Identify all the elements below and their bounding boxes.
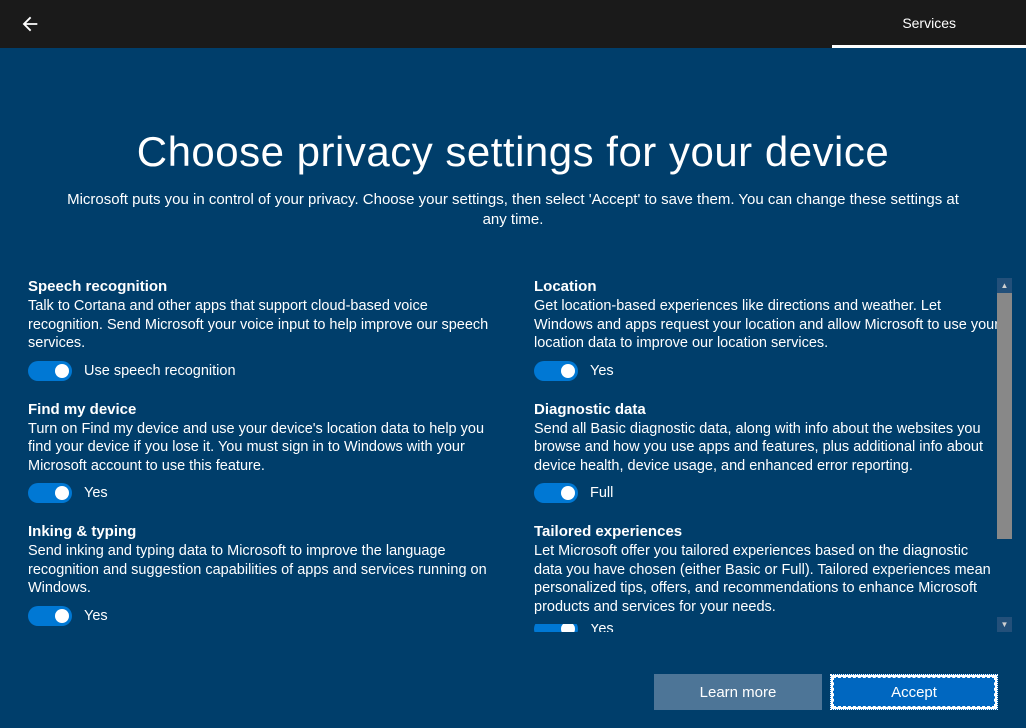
back-button[interactable] [18, 12, 42, 36]
settings-scroll-area: Speech recognition Talk to Cortana and o… [28, 278, 1012, 632]
toggle-diagnostic-data[interactable] [534, 483, 578, 503]
setting-title: Location [534, 278, 1000, 295]
scroll-up-button[interactable]: ▲ [997, 278, 1012, 293]
tab-services[interactable]: Services [832, 0, 1026, 48]
footer-buttons: Learn more Accept [654, 674, 998, 710]
setting-tailored-experiences: Tailored experiences Let Microsoft offer… [534, 523, 1000, 632]
settings-column-right: Location Get location-based experiences … [534, 278, 1000, 632]
scrollbar-thumb[interactable] [997, 293, 1012, 539]
toggle-location[interactable] [534, 361, 578, 381]
toggle-tailored-experiences[interactable] [534, 624, 578, 632]
page-subtitle: Microsoft puts you in control of your pr… [40, 190, 986, 231]
setting-find-my-device: Find my device Turn on Find my device an… [28, 401, 494, 504]
titlebar: Services [0, 0, 1026, 48]
setting-description: Send inking and typing data to Microsoft… [28, 542, 494, 598]
toggle-label: Use speech recognition [84, 363, 236, 379]
setting-diagnostic-data: Diagnostic data Send all Basic diagnosti… [534, 401, 1000, 504]
toggle-label: Yes [590, 624, 614, 632]
setting-title: Diagnostic data [534, 401, 1000, 418]
setting-description: Talk to Cortana and other apps that supp… [28, 297, 494, 353]
toggle-find-my-device[interactable] [28, 483, 72, 503]
toggle-inking-typing[interactable] [28, 606, 72, 626]
header: Choose privacy settings for your device … [0, 48, 1026, 231]
settings-column-left: Speech recognition Talk to Cortana and o… [28, 278, 494, 632]
setting-speech-recognition: Speech recognition Talk to Cortana and o… [28, 278, 494, 381]
setting-title: Tailored experiences [534, 523, 1000, 540]
toggle-label: Yes [84, 608, 108, 624]
learn-more-button[interactable]: Learn more [654, 674, 822, 710]
toggle-label: Yes [590, 363, 614, 379]
accept-button[interactable]: Accept [830, 674, 998, 710]
setting-description: Send all Basic diagnostic data, along wi… [534, 420, 1000, 476]
setting-description: Get location-based experiences like dire… [534, 297, 1000, 353]
scrollbar[interactable]: ▲ ▼ [997, 278, 1012, 632]
toggle-label: Full [590, 485, 613, 501]
scrollbar-track[interactable] [997, 293, 1012, 617]
setting-inking-typing: Inking & typing Send inking and typing d… [28, 523, 494, 626]
setting-description: Let Microsoft offer you tailored experie… [534, 542, 1000, 616]
toggle-speech-recognition[interactable] [28, 361, 72, 381]
setting-location: Location Get location-based experiences … [534, 278, 1000, 381]
scroll-down-button[interactable]: ▼ [997, 617, 1012, 632]
setting-description: Turn on Find my device and use your devi… [28, 420, 494, 476]
privacy-settings-window: Services Choose privacy settings for you… [0, 0, 1026, 728]
arrow-left-icon [19, 13, 41, 35]
page-title: Choose privacy settings for your device [40, 128, 986, 176]
toggle-label: Yes [84, 485, 108, 501]
setting-title: Speech recognition [28, 278, 494, 295]
setting-title: Find my device [28, 401, 494, 418]
setting-title: Inking & typing [28, 523, 494, 540]
